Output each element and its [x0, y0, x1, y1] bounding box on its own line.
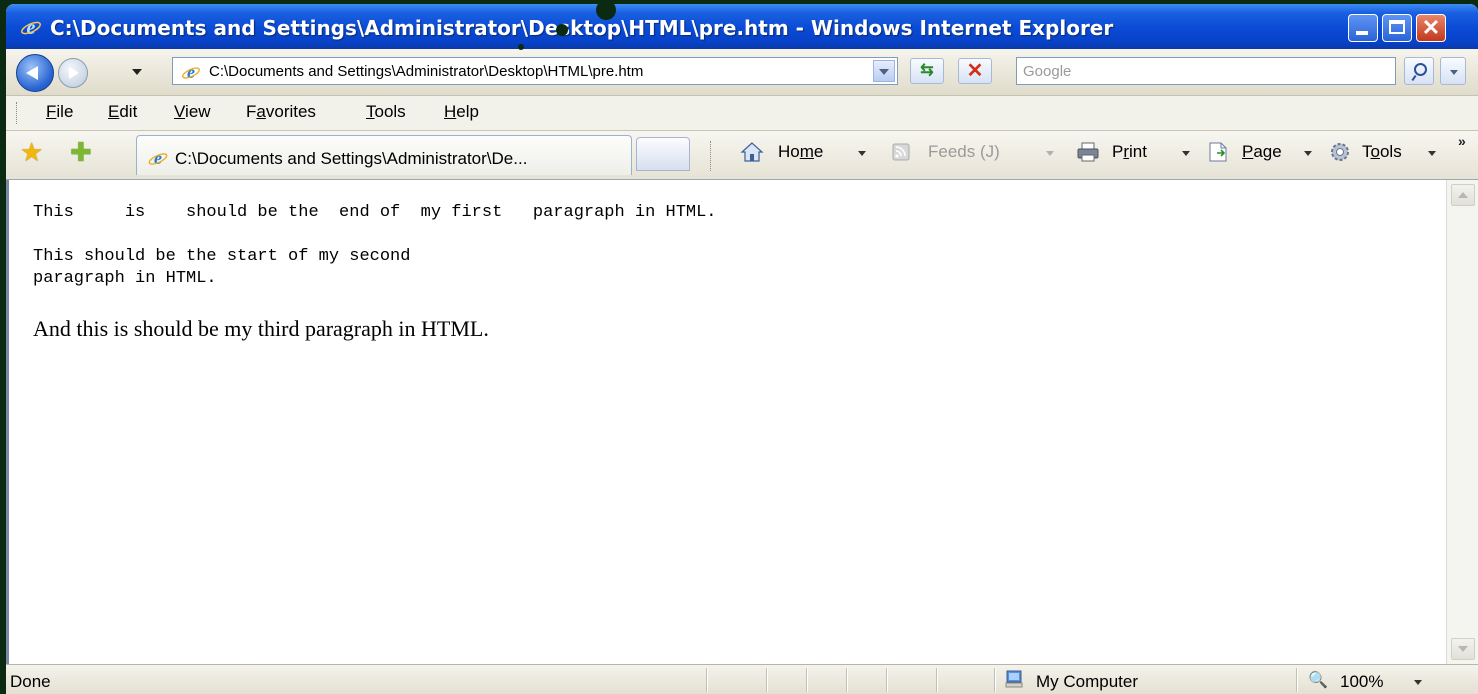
print-dropdown[interactable] — [1182, 151, 1190, 156]
menu-help[interactable]: Help — [444, 102, 479, 122]
maximize-button[interactable] — [1382, 14, 1412, 42]
printer-icon — [1077, 142, 1099, 162]
minimize-button[interactable] — [1348, 14, 1378, 42]
search-placeholder: Google — [1023, 63, 1072, 80]
tools-button[interactable]: Tools — [1362, 142, 1402, 162]
menu-favorites[interactable]: Favorites — [246, 102, 316, 122]
zoom-dropdown[interactable] — [1414, 680, 1422, 685]
tools-dropdown[interactable] — [1428, 151, 1436, 156]
scroll-up-button[interactable] — [1451, 184, 1475, 206]
tab-ie-icon: e — [148, 148, 168, 168]
feeds-icon — [892, 143, 910, 161]
page-dropdown[interactable] — [1304, 151, 1312, 156]
scroll-down-button[interactable] — [1451, 638, 1475, 660]
menu-view[interactable]: View — [174, 102, 211, 122]
minimize-icon — [1356, 31, 1368, 35]
title-bar: e C:\Documents and Settings\Administrato… — [6, 4, 1478, 49]
status-divider — [806, 668, 808, 692]
status-divider — [766, 668, 768, 692]
feeds-dropdown[interactable] — [1046, 151, 1054, 156]
address-url: C:\Documents and Settings\Administrator\… — [209, 63, 644, 80]
refresh-button[interactable]: ⇆ — [910, 58, 944, 84]
zoom-icon: 🔍 — [1308, 672, 1328, 689]
maximize-icon — [1389, 20, 1405, 34]
search-options-dropdown[interactable] — [1440, 57, 1466, 85]
gear-icon — [1331, 143, 1349, 161]
security-zone[interactable]: My Computer — [1036, 672, 1138, 692]
feeds-button[interactable]: Feeds (J) — [928, 142, 1000, 162]
more-commands-chevron-icon[interactable]: » — [1458, 133, 1466, 149]
close-icon: ✕ — [1421, 15, 1441, 40]
window-title: C:\Documents and Settings\Administrator\… — [50, 16, 1114, 40]
preformatted-paragraph-1: This is should be the end of my first pa… — [33, 203, 717, 222]
search-button[interactable] — [1404, 57, 1434, 85]
navigation-bar: e C:\Documents and Settings\Administrato… — [6, 49, 1478, 96]
new-tab-button[interactable] — [636, 137, 690, 171]
command-separator — [710, 141, 714, 171]
address-field[interactable]: e C:\Documents and Settings\Administrato… — [172, 57, 898, 85]
menu-grip[interactable] — [16, 102, 20, 124]
status-divider — [706, 668, 708, 692]
browser-window: e C:\Documents and Settings\Administrato… — [6, 4, 1478, 694]
menu-edit[interactable]: Edit — [108, 102, 137, 122]
zoom-level[interactable]: 100% — [1340, 672, 1383, 692]
menu-tools[interactable]: Tools — [366, 102, 406, 122]
decorative-dot — [556, 24, 568, 36]
recent-pages-dropdown[interactable] — [132, 69, 142, 75]
command-bar: ★ ✚ e C:\Documents and Settings\Administ… — [6, 131, 1478, 180]
page-ie-icon: e — [182, 62, 200, 82]
home-button[interactable]: Home — [778, 142, 823, 162]
menu-file[interactable]: File — [46, 102, 73, 122]
status-divider — [936, 668, 938, 692]
forward-button[interactable] — [58, 58, 88, 88]
status-bar: Done My Computer 🔍 100% — [6, 664, 1478, 694]
address-dropdown-button[interactable] — [873, 60, 895, 82]
favorites-center-icon[interactable]: ★ — [20, 139, 43, 165]
menu-bar: File Edit View Favorites Tools Help — [6, 96, 1478, 131]
status-divider — [994, 668, 996, 692]
home-icon — [740, 142, 764, 162]
tab-active-page[interactable]: e C:\Documents and Settings\Administrato… — [136, 135, 632, 175]
decorative-dot — [518, 44, 524, 50]
page-content: This is should be the end of my first pa… — [6, 180, 1446, 664]
svg-text:e: e — [187, 62, 195, 82]
add-favorites-icon[interactable]: ✚ — [70, 139, 92, 165]
stop-button[interactable]: ✕ — [958, 58, 992, 84]
decorative-dot — [596, 0, 616, 20]
computer-icon — [1005, 670, 1023, 688]
paragraph-3: And this is should be my third paragraph… — [33, 316, 489, 341]
svg-text:e: e — [27, 17, 36, 38]
preformatted-paragraph-2: This should be the start of my second pa… — [33, 247, 411, 288]
svg-text:e: e — [154, 148, 162, 168]
ie-logo-icon: e — [21, 17, 41, 38]
home-dropdown[interactable] — [858, 151, 866, 156]
search-input[interactable]: Google — [1016, 57, 1396, 85]
status-divider — [846, 668, 848, 692]
status-divider — [1296, 668, 1298, 692]
close-button[interactable]: ✕ — [1416, 14, 1446, 42]
back-button[interactable] — [16, 54, 54, 92]
status-divider — [886, 668, 888, 692]
page-icon — [1209, 142, 1227, 162]
print-button[interactable]: Print — [1112, 142, 1147, 162]
tab-label: C:\Documents and Settings\Administrator\… — [175, 149, 528, 168]
vertical-scrollbar[interactable] — [1446, 180, 1478, 664]
page-button[interactable]: Page — [1242, 142, 1282, 162]
status-text: Done — [10, 672, 51, 691]
